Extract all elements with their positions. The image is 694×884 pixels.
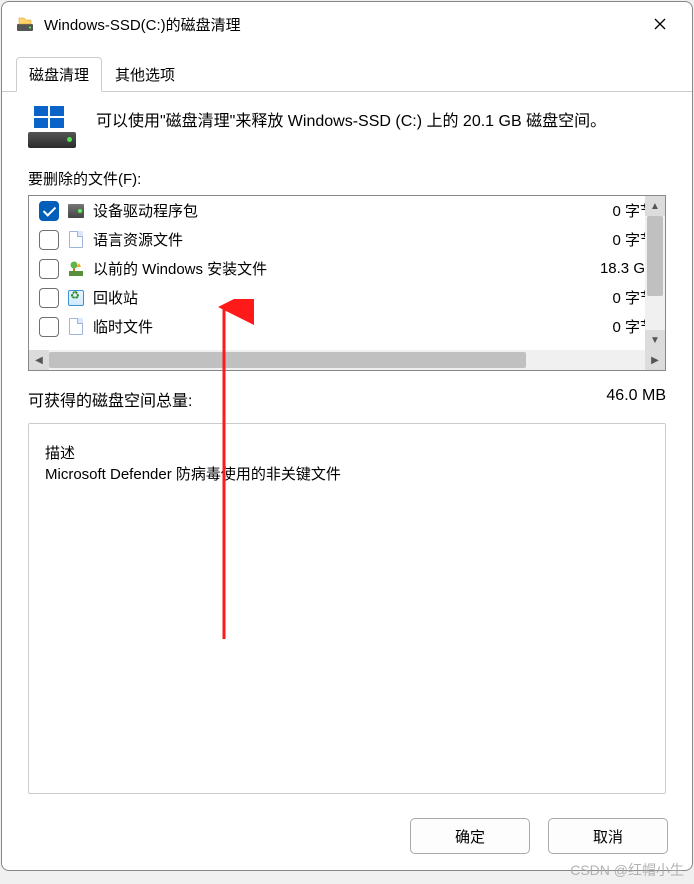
tab-label: 其他选项 — [115, 67, 175, 84]
scroll-down-button[interactable]: ▼ — [645, 330, 665, 350]
titlebar: Windows-SSD(C:)的磁盘清理 — [2, 2, 692, 46]
file-icon — [69, 231, 83, 248]
description-legend: 描述 — [45, 445, 75, 462]
file-row[interactable]: 设备驱动程序包0 字节 — [29, 196, 665, 225]
description-text: Microsoft Defender 防病毒使用的非关键文件 — [45, 463, 649, 484]
windows-old-icon — [68, 261, 84, 277]
file-name: 设备驱动程序包 — [93, 200, 604, 221]
scroll-track[interactable] — [645, 216, 665, 330]
file-name: 以前的 Windows 安装文件 — [93, 258, 592, 279]
file-icon — [69, 318, 83, 335]
close-button[interactable] — [638, 10, 682, 38]
scroll-right-button[interactable]: ▶ — [645, 350, 665, 370]
tab-content: 可以使用"磁盘清理"来释放 Windows-SSD (C:) 上的 20.1 G… — [2, 92, 692, 804]
scroll-track[interactable] — [49, 350, 645, 370]
file-name: 临时文件 — [93, 316, 604, 337]
driver-icon — [68, 204, 84, 218]
button-label: 确定 — [455, 826, 485, 847]
total-value: 46.0 MB — [606, 387, 666, 411]
scroll-left-button[interactable]: ◀ — [29, 350, 49, 370]
recycle-bin-icon — [68, 290, 84, 306]
cancel-button[interactable]: 取消 — [548, 818, 668, 854]
list-rows: 设备驱动程序包0 字节语言资源文件0 字节以前的 Windows 安装文件18.… — [29, 196, 665, 350]
total-space-row: 可获得的磁盘空间总量: 46.0 MB — [28, 387, 666, 411]
scroll-thumb[interactable] — [49, 352, 526, 368]
tab-bar: 磁盘清理 其他选项 — [2, 56, 692, 92]
file-row[interactable]: 回收站0 字节 — [29, 283, 665, 312]
file-checkbox[interactable] — [39, 230, 59, 250]
intro-section: 可以使用"磁盘清理"来释放 Windows-SSD (C:) 上的 20.1 G… — [28, 108, 666, 148]
file-row[interactable]: 以前的 Windows 安装文件18.3 GB — [29, 254, 665, 283]
file-checkbox[interactable] — [39, 317, 59, 337]
disk-cleanup-icon — [16, 15, 34, 33]
file-checkbox[interactable] — [39, 201, 59, 221]
intro-text: 可以使用"磁盘清理"来释放 Windows-SSD (C:) 上的 20.1 G… — [96, 108, 606, 135]
tab-disk-cleanup[interactable]: 磁盘清理 — [16, 57, 102, 92]
file-checkbox[interactable] — [39, 259, 59, 279]
drive-icon — [28, 108, 76, 148]
file-checkbox[interactable] — [39, 288, 59, 308]
horizontal-scrollbar[interactable]: ◀ ▶ — [29, 350, 665, 370]
window-title: Windows-SSD(C:)的磁盘清理 — [44, 14, 628, 35]
total-label: 可获得的磁盘空间总量: — [28, 387, 192, 411]
files-to-delete-label: 要删除的文件(F): — [28, 168, 666, 189]
button-label: 取消 — [593, 826, 623, 847]
close-icon — [654, 18, 666, 30]
description-group: 描述 Microsoft Defender 防病毒使用的非关键文件 — [28, 423, 666, 794]
files-listbox[interactable]: 设备驱动程序包0 字节语言资源文件0 字节以前的 Windows 安装文件18.… — [28, 195, 666, 371]
scroll-thumb[interactable] — [647, 216, 663, 296]
file-name: 回收站 — [93, 287, 604, 308]
scroll-up-button[interactable]: ▲ — [645, 196, 665, 216]
file-name: 语言资源文件 — [93, 229, 604, 250]
tab-other-options[interactable]: 其他选项 — [102, 57, 188, 92]
ok-button[interactable]: 确定 — [410, 818, 530, 854]
file-row[interactable]: 语言资源文件0 字节 — [29, 225, 665, 254]
tab-label: 磁盘清理 — [29, 67, 89, 84]
watermark: CSDN @红帽小生 — [570, 860, 684, 880]
vertical-scrollbar[interactable]: ▲ ▼ — [645, 196, 665, 350]
file-row[interactable]: 临时文件0 字节 — [29, 312, 665, 341]
dialog-window: Windows-SSD(C:)的磁盘清理 磁盘清理 其他选项 可以使用"磁盘清理… — [1, 1, 693, 871]
